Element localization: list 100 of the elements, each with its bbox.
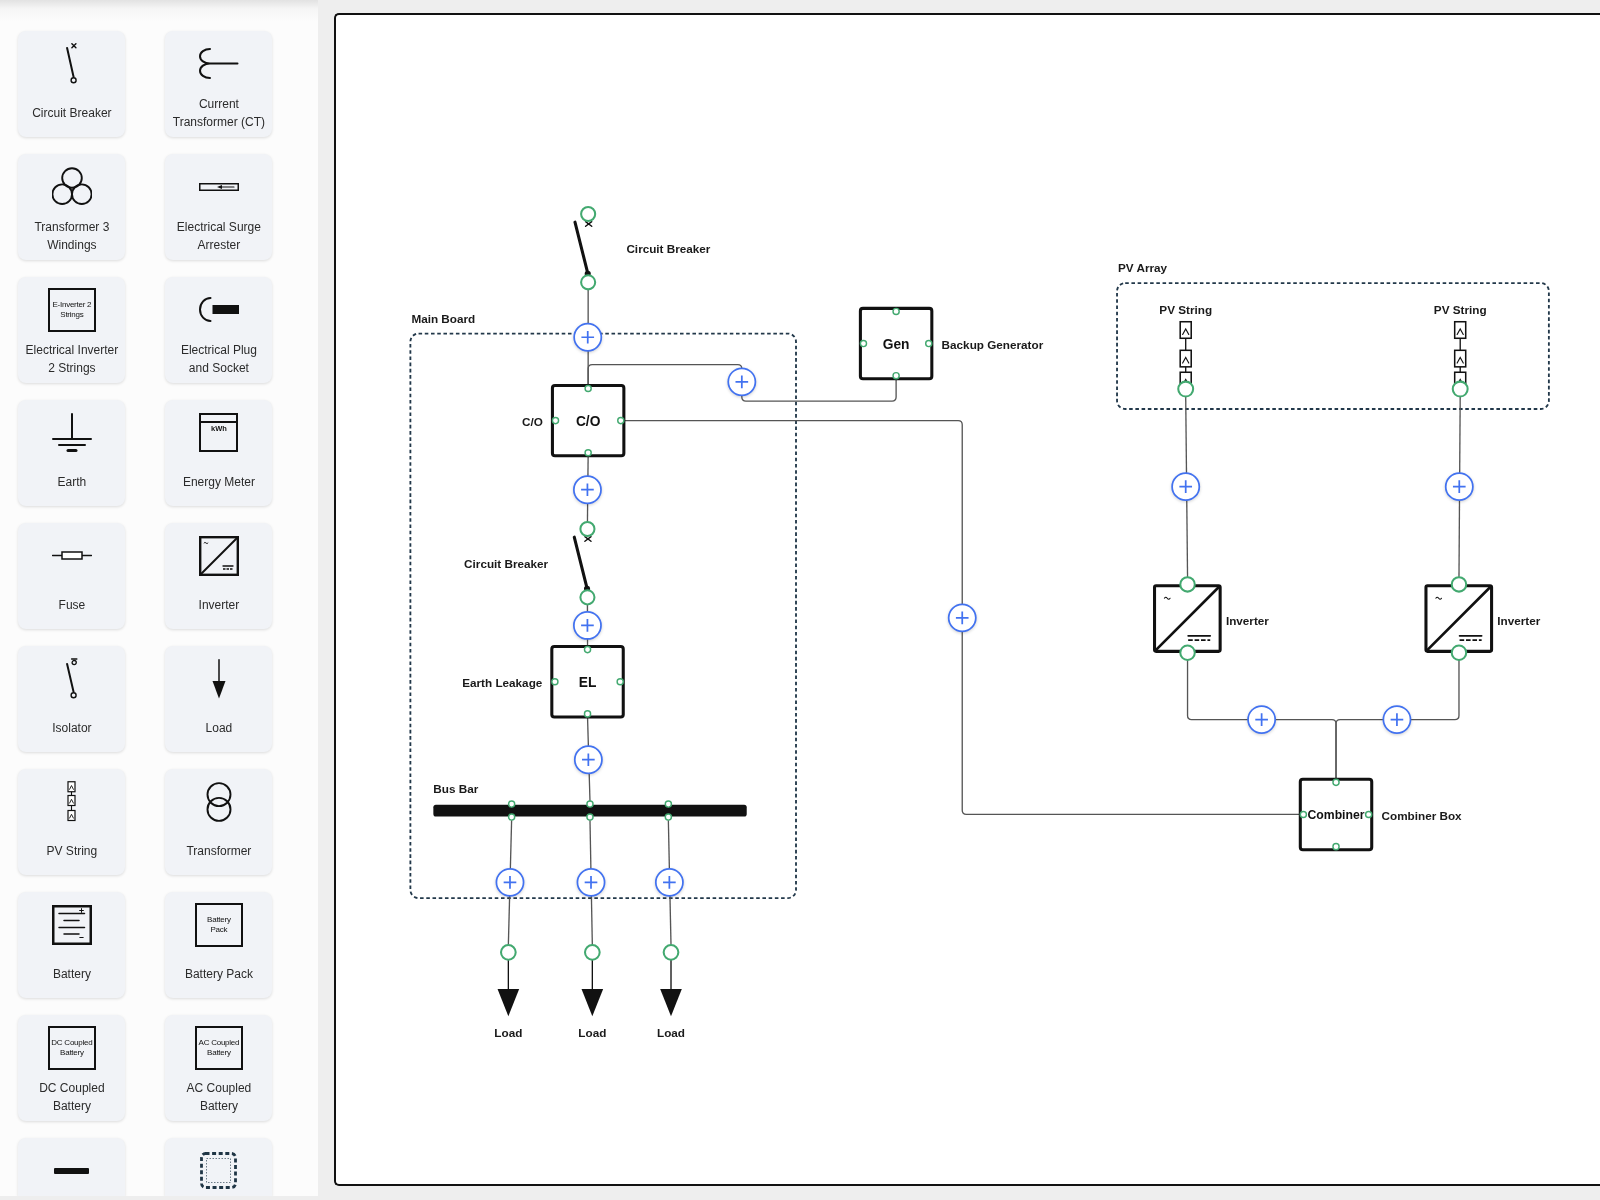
palette-item[interactable]: Isolator (18, 645, 126, 753)
breaker-switch-symbol (573, 220, 593, 278)
port-icon[interactable] (551, 678, 559, 686)
port-icon[interactable] (617, 417, 625, 425)
palette-item[interactable]: Battery (18, 891, 126, 999)
palette-item[interactable]: PV String (18, 768, 126, 876)
port-icon[interactable] (583, 646, 592, 654)
palette-item[interactable]: Inverter (165, 522, 273, 630)
component-symbol: DC Coupled Battery (47, 1025, 96, 1070)
component-box: Gen (858, 307, 934, 381)
port-icon[interactable] (925, 340, 933, 348)
component-box: C/O (550, 384, 626, 458)
port-icon[interactable] (584, 385, 592, 393)
palette-item[interactable]: Current Transformer (CT) (165, 30, 273, 138)
add-button[interactable] (573, 611, 602, 641)
port-icon[interactable] (1299, 811, 1308, 819)
node-label: Bus Bar (433, 781, 479, 795)
node-label: PV Array (1118, 261, 1168, 275)
palette-item[interactable]: DC Coupled Battery DC Coupled Battery (18, 1014, 126, 1122)
add-button[interactable] (1171, 472, 1201, 502)
palette-item[interactable]: Earth (18, 399, 126, 507)
palette-item[interactable]: Electrical Surge Arrester (165, 153, 273, 261)
palette-item[interactable]: E-Inverter 2 Strings Electrical Inverter 2 Strings (18, 276, 126, 384)
add-button[interactable] (573, 745, 603, 775)
port-icon[interactable] (892, 307, 900, 316)
add-button[interactable] (495, 868, 525, 898)
plus-icon (580, 482, 595, 498)
three-circles-icon (51, 167, 92, 206)
palette-item[interactable]: Fuse (18, 522, 126, 630)
component-symbol: AC Coupled Battery (194, 1025, 243, 1070)
palette-item[interactable]: Transformer 3 Windings (18, 153, 126, 261)
plus-icon (955, 610, 970, 626)
inverter-icon (198, 535, 239, 576)
node-label: C/O (522, 414, 543, 428)
port-icon[interactable] (583, 710, 592, 718)
inverter-symbol (1153, 584, 1222, 654)
pv-string-icon (67, 781, 77, 823)
component-symbol: Battery Pack (194, 902, 243, 947)
plus-icon (502, 875, 518, 890)
add-button[interactable] (1247, 705, 1277, 735)
add-button[interactable] (654, 868, 684, 898)
palette-item[interactable]: Circuit Breaker (18, 30, 126, 138)
plus-icon (580, 330, 595, 345)
port-icon[interactable] (1332, 778, 1340, 787)
plus-icon (1452, 479, 1467, 495)
port-icon[interactable] (1177, 380, 1195, 398)
add-button[interactable] (573, 475, 602, 505)
node-label: Main Board (411, 311, 476, 325)
breaker-switch-icon (66, 43, 78, 85)
add-button[interactable] (576, 868, 606, 898)
surge-arrester-icon (198, 182, 239, 191)
pv-string-symbol (1179, 321, 1192, 386)
palette-item[interactable]: AC Coupled Battery AC Coupled Battery (165, 1014, 273, 1122)
node-label: Combiner Box (1381, 808, 1462, 822)
load-arrow (497, 959, 520, 1017)
dashed-square-icon (200, 1152, 238, 1190)
node-label: PV String (1433, 303, 1487, 317)
plus-icon (734, 374, 749, 390)
port-icon[interactable] (1364, 811, 1373, 819)
port-icon[interactable] (859, 340, 868, 348)
add-button[interactable] (947, 603, 977, 633)
node-label: Inverter (1225, 613, 1269, 627)
load-arrow (581, 959, 604, 1017)
node-label: Backup Generator (941, 337, 1044, 351)
node-label: Inverter (1497, 613, 1541, 627)
bar-icon (54, 1167, 90, 1174)
plus-icon (1254, 712, 1269, 728)
plus-icon (580, 618, 595, 633)
palette-item[interactable]: Battery Pack Battery Pack (165, 891, 273, 999)
node-label: PV String (1159, 303, 1213, 317)
load-arrow (660, 959, 682, 1017)
palette-item[interactable]: Load (165, 645, 273, 753)
node-label: Earth Leakage (462, 676, 543, 690)
node-label: Load (494, 1026, 523, 1040)
fuse-icon (51, 551, 92, 561)
component-symbol: E-Inverter 2 Strings (47, 287, 96, 332)
plus-icon (581, 752, 596, 768)
port-icon[interactable] (584, 449, 592, 457)
palette-item[interactable]: Electrical Plug and Socket (165, 276, 273, 384)
palette-item[interactable]: Transformer (165, 768, 273, 876)
node-label: Load (578, 1026, 607, 1040)
palette-item[interactable] (165, 1137, 273, 1196)
add-button[interactable] (727, 367, 757, 397)
port-icon[interactable] (1332, 843, 1340, 851)
add-button[interactable] (1382, 705, 1412, 735)
node-label: Circuit Breaker (464, 556, 549, 570)
earth-ground-icon (51, 413, 92, 453)
palette-item[interactable] (18, 1137, 126, 1196)
pv-string-symbol (1453, 321, 1467, 386)
add-button[interactable] (573, 323, 603, 352)
down-arrow-icon (211, 658, 226, 699)
port-icon[interactable] (551, 417, 560, 425)
port-icon[interactable] (1451, 380, 1469, 398)
current-transformer-icon (199, 48, 239, 80)
component-box: Combiner (1298, 778, 1374, 852)
add-button[interactable] (1444, 472, 1474, 502)
plus-icon (583, 875, 599, 890)
port-icon[interactable] (892, 372, 900, 380)
breaker-switch-symbol (572, 535, 592, 593)
port-icon[interactable] (616, 678, 624, 686)
